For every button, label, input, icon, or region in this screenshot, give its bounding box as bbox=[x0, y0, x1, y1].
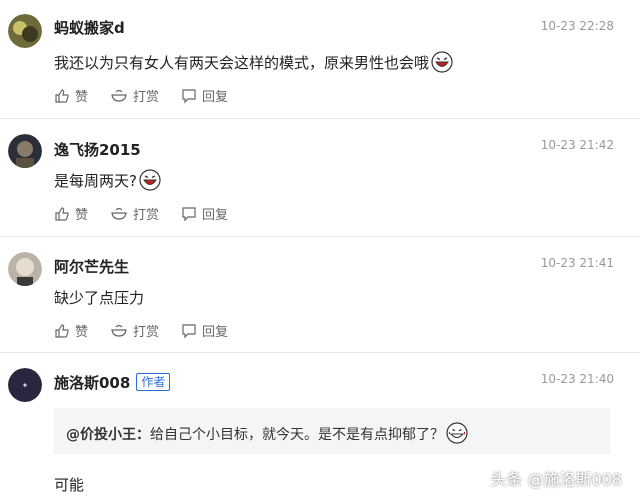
avatar[interactable] bbox=[8, 252, 42, 286]
like-button[interactable]: 赞 bbox=[54, 204, 88, 223]
thumbs-up-icon bbox=[55, 88, 69, 103]
avatar[interactable] bbox=[8, 14, 42, 48]
avatar[interactable]: ✦ bbox=[8, 368, 42, 402]
quoted-reply-separator: ： bbox=[136, 427, 150, 443]
username[interactable]: 逸飞扬2015 bbox=[54, 139, 141, 160]
quoted-reply: @价投小王：给自己个小目标，就今天。是不是有点抑郁了？ bbox=[54, 408, 610, 454]
tip-bowl-icon bbox=[111, 324, 127, 337]
thumbs-up-icon bbox=[55, 323, 69, 338]
tip-button[interactable]: 打赏 bbox=[110, 321, 159, 340]
comment-text: 缺少了点压力 bbox=[54, 289, 145, 307]
tip-bowl-icon bbox=[111, 207, 127, 220]
username[interactable]: 蚂蚁搬家d bbox=[54, 17, 125, 38]
like-label: 赞 bbox=[75, 325, 89, 340]
reply-label: 回复 bbox=[202, 325, 229, 340]
reply-label: 回复 bbox=[202, 90, 229, 105]
like-label: 赞 bbox=[75, 90, 89, 105]
timestamp: 10-23 21:40 bbox=[540, 372, 614, 386]
tip-button[interactable]: 打赏 bbox=[110, 86, 159, 105]
comment-actions: 赞 打赏 回复 bbox=[54, 204, 250, 223]
reply-button[interactable]: 回复 bbox=[181, 321, 228, 340]
tip-label: 打赏 bbox=[133, 90, 160, 105]
comment-actions: 赞 打赏 回复 bbox=[54, 86, 250, 105]
like-button[interactable]: 赞 bbox=[54, 86, 88, 105]
comment-text-body: 我还以为只有女人有两天会这样的模式，原来男性也会哦 bbox=[54, 54, 430, 72]
comment-bubble-icon bbox=[182, 206, 196, 221]
comment-bubble-icon bbox=[182, 323, 196, 338]
svg-text:✦: ✦ bbox=[22, 381, 29, 390]
tip-bowl-icon bbox=[111, 89, 127, 102]
timestamp: 10-23 21:41 bbox=[540, 256, 614, 270]
comment-item: 阿尔芒先生 10-23 21:41 缺少了点压力 赞 打赏 回复 bbox=[0, 236, 640, 354]
tip-label: 打赏 bbox=[133, 208, 160, 223]
laughing-emoji-icon bbox=[431, 51, 453, 73]
comment-item: 蚂蚁搬家d 10-23 22:28 我还以为只有女人有两天会这样的模式，原来男性… bbox=[0, 0, 640, 118]
laughing-emoji-icon bbox=[139, 169, 161, 191]
tip-button[interactable]: 打赏 bbox=[110, 204, 159, 223]
grinning-emoji-icon bbox=[446, 422, 468, 444]
comment-bubble-icon bbox=[182, 88, 196, 103]
timestamp: 10-23 21:42 bbox=[540, 138, 614, 152]
username[interactable]: 阿尔芒先生 bbox=[54, 256, 129, 277]
reply-button[interactable]: 回复 bbox=[181, 86, 228, 105]
reply-label: 回复 bbox=[202, 208, 229, 223]
reply-button[interactable]: 回复 bbox=[181, 204, 228, 223]
quoted-reply-body: 给自己个小目标，就今天。是不是有点抑郁了？ bbox=[150, 427, 444, 443]
comment-text: 是每周两天? bbox=[54, 169, 161, 191]
username-text: 施洛斯008 bbox=[54, 374, 131, 392]
quoted-reply-text: @价投小王：给自己个小目标，就今天。是不是有点抑郁了？ bbox=[66, 422, 468, 444]
author-badge: 作者 bbox=[136, 373, 171, 391]
watermark: 头条 @施洛斯008 bbox=[490, 470, 622, 489]
comment-text: 可能 bbox=[54, 476, 85, 494]
username[interactable]: 施洛斯008 作者 bbox=[54, 372, 171, 393]
comment-text: 我还以为只有女人有两天会这样的模式，原来男性也会哦 bbox=[54, 51, 453, 73]
thumbs-up-icon bbox=[55, 206, 69, 221]
tip-label: 打赏 bbox=[133, 325, 160, 340]
like-label: 赞 bbox=[75, 208, 89, 223]
comment-actions: 赞 打赏 回复 bbox=[54, 321, 250, 340]
avatar[interactable] bbox=[8, 134, 42, 168]
quoted-reply-user[interactable]: @价投小王 bbox=[66, 427, 136, 443]
comment-item: 逸飞扬2015 10-23 21:42 是每周两天? 赞 打赏 回复 bbox=[0, 118, 640, 236]
comment-text-body: 是每周两天? bbox=[54, 172, 137, 190]
like-button[interactable]: 赞 bbox=[54, 321, 88, 340]
timestamp: 10-23 22:28 bbox=[540, 19, 614, 33]
